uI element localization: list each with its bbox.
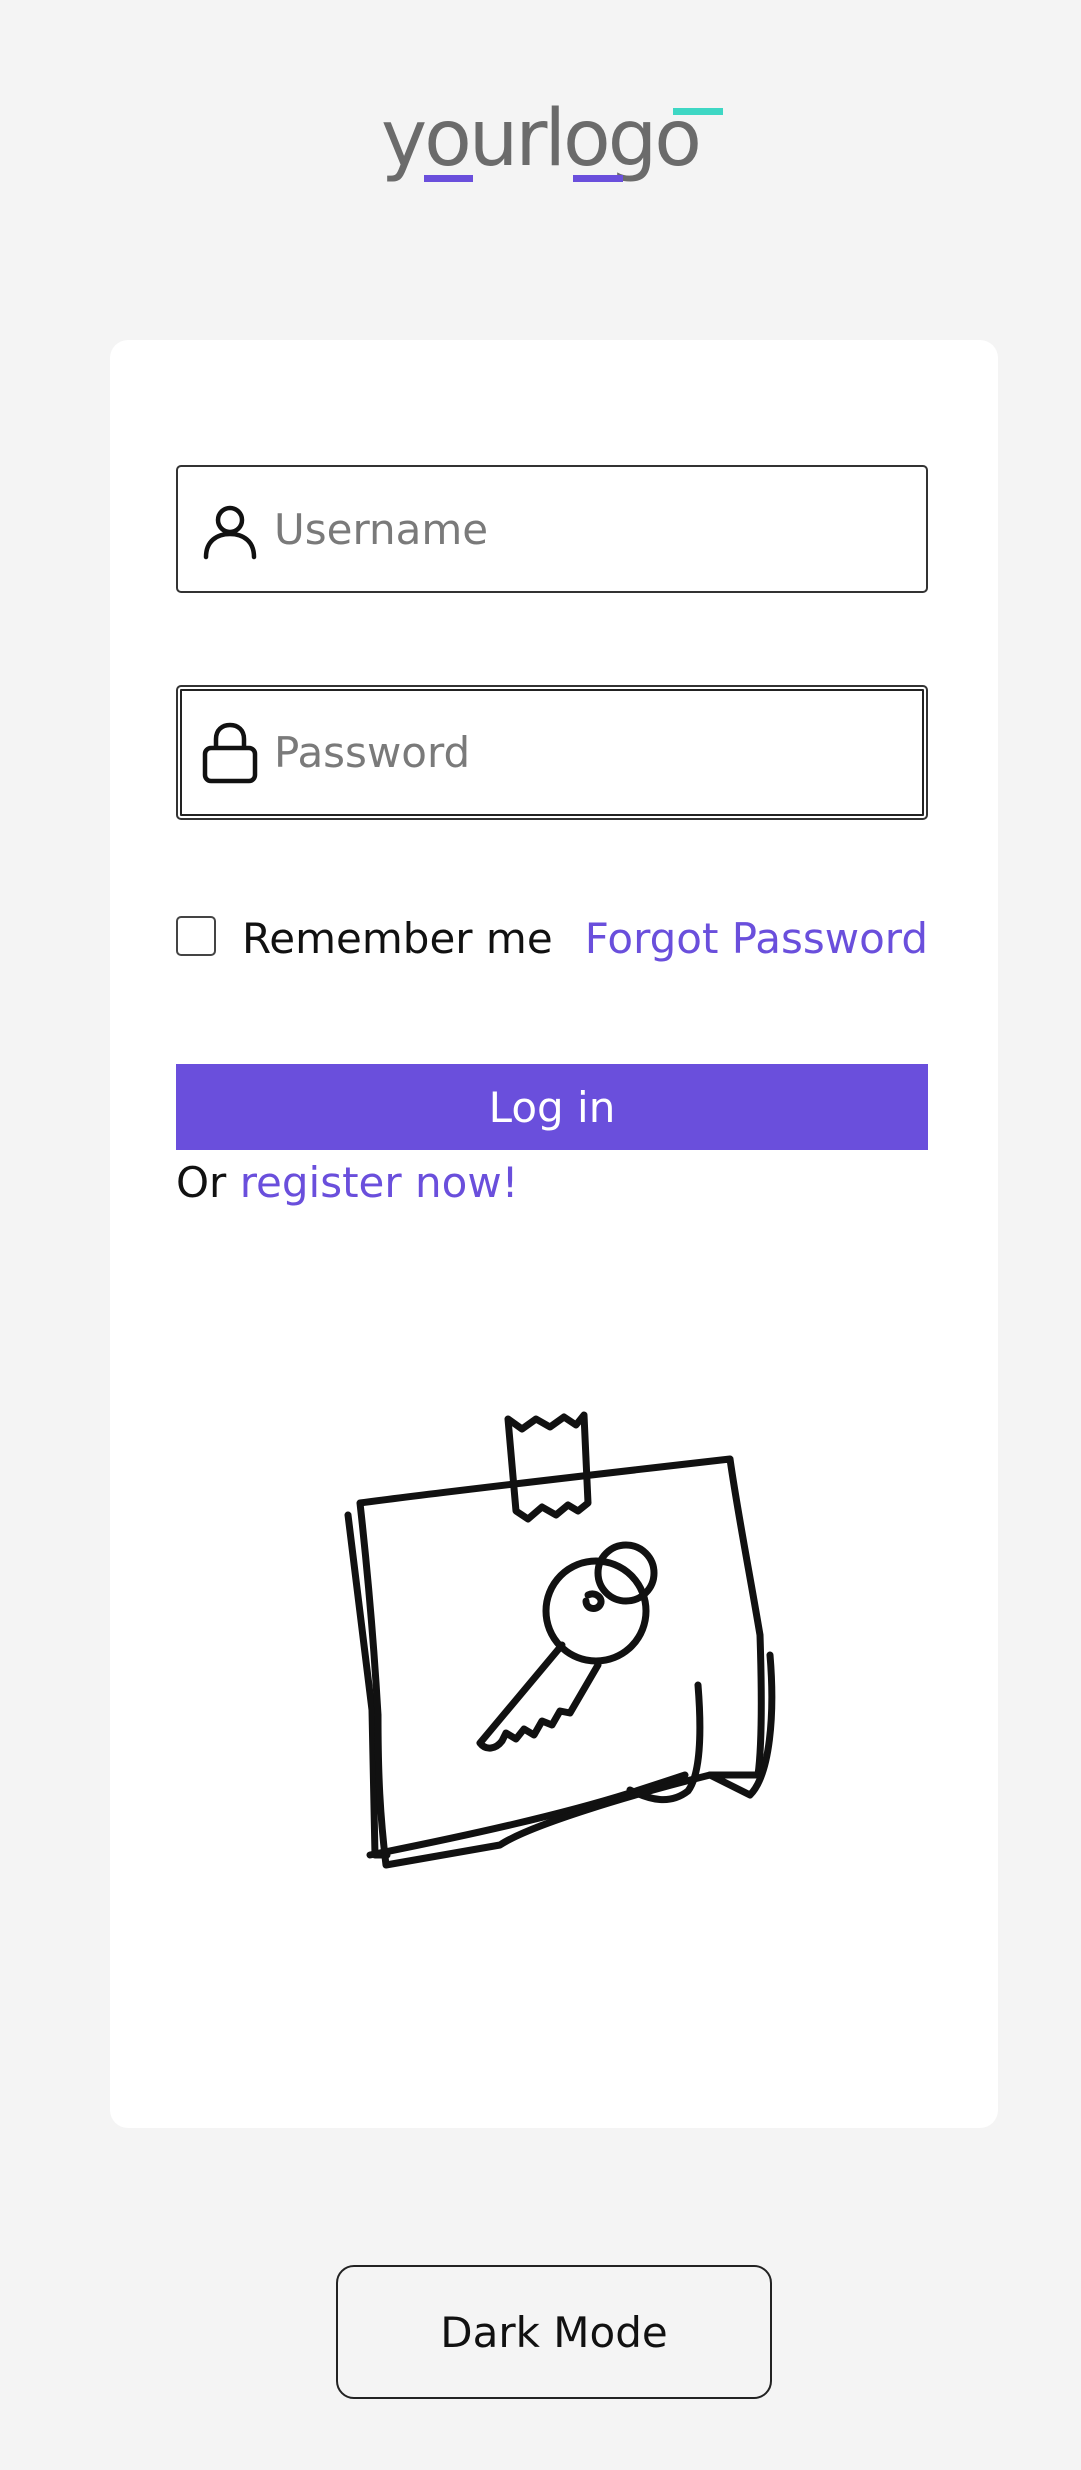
login-card: Remember me Forgot Password Log in Or re… — [110, 340, 998, 2128]
username-field[interactable] — [176, 465, 928, 593]
login-button[interactable]: Log in — [176, 1064, 928, 1150]
lock-icon — [200, 721, 260, 784]
logo-overline-o — [673, 108, 723, 115]
username-input[interactable] — [274, 467, 904, 591]
sticky-note-key-icon — [330, 1395, 790, 1895]
forgot-password-link[interactable]: Forgot Password — [585, 914, 928, 963]
logo-text: yourlogo — [381, 94, 702, 184]
register-prefix: Or — [176, 1158, 240, 1207]
login-page: yourlogo Rem — [0, 0, 1081, 2470]
user-icon — [200, 501, 260, 561]
password-input[interactable] — [274, 687, 904, 818]
register-link[interactable]: register now! — [240, 1158, 519, 1207]
dark-mode-button[interactable]: Dark Mode — [336, 2265, 772, 2399]
password-field[interactable] — [176, 685, 928, 820]
logo-underline-o — [573, 175, 623, 182]
logo-underline-u — [424, 175, 473, 182]
register-row: Or register now! — [176, 1158, 519, 1207]
brand-logo: yourlogo — [381, 94, 723, 200]
remember-label[interactable]: Remember me — [242, 914, 553, 963]
remember-checkbox[interactable] — [176, 916, 216, 956]
remember-row: Remember me Forgot Password — [176, 910, 928, 970]
